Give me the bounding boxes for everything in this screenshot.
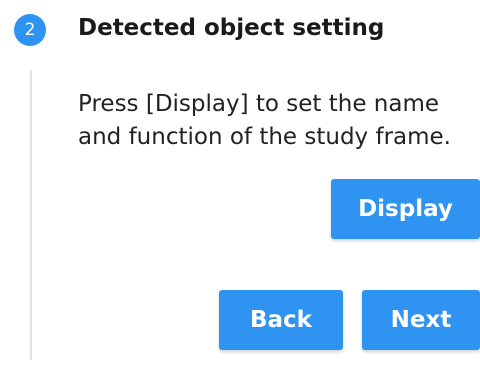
display-button[interactable]: Display bbox=[331, 179, 480, 239]
step-number-badge: 2 bbox=[14, 14, 46, 46]
step-title: Detected object setting bbox=[78, 15, 385, 41]
step-description: Press [Display] to set the name and func… bbox=[78, 91, 451, 150]
step-panel: 2 Detected object setting Press [Display… bbox=[0, 0, 480, 365]
next-button[interactable]: Next bbox=[362, 290, 480, 350]
step-connector-line bbox=[30, 70, 32, 360]
back-button[interactable]: Back bbox=[219, 290, 343, 350]
